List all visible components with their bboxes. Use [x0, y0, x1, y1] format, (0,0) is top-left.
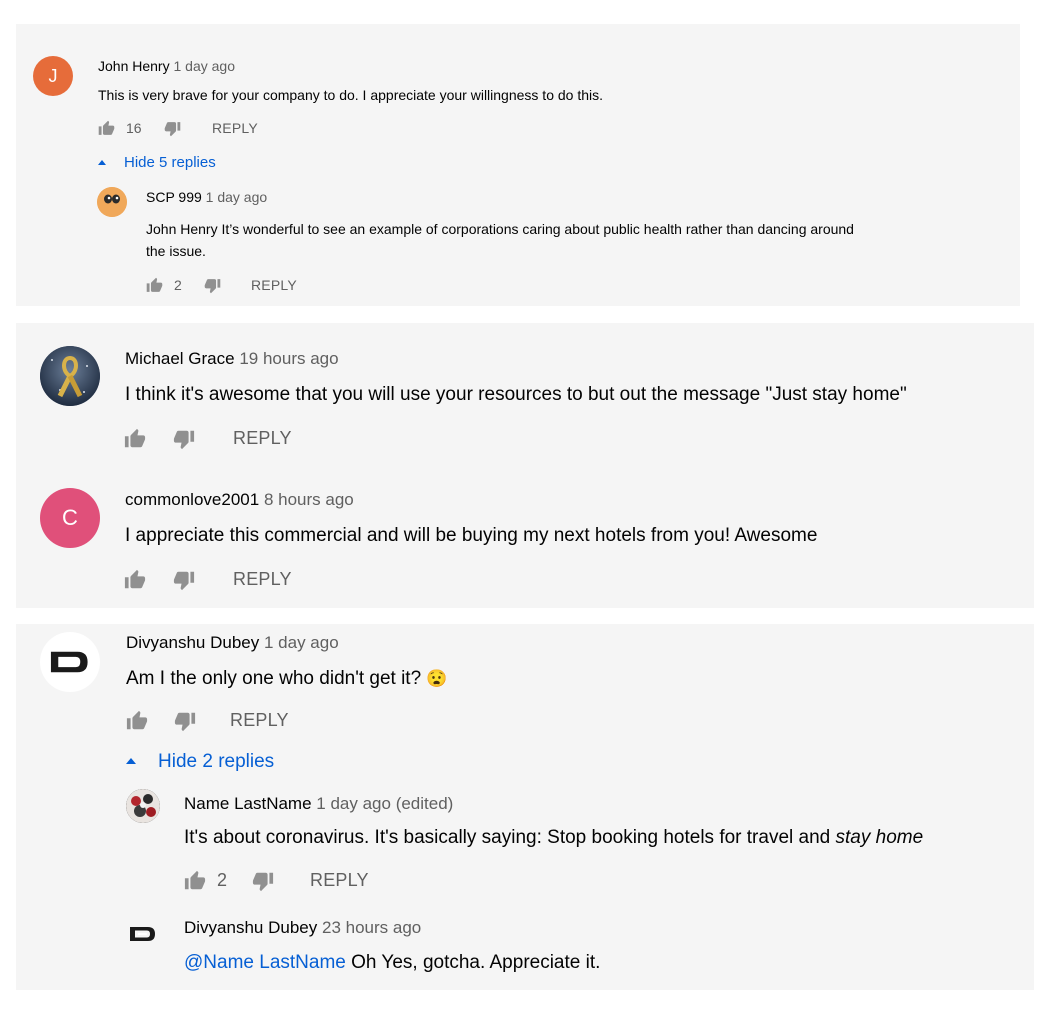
author-name[interactable]: commonlove2001	[125, 490, 259, 509]
reply-text-line: John Henry It’s wonderful to see an exam…	[146, 221, 854, 237]
avatar[interactable]: C	[40, 488, 100, 548]
reply-text: @Name LastName Oh Yes, gotcha. Appreciat…	[184, 952, 600, 974]
dd-logo-icon	[48, 647, 92, 677]
timestamp[interactable]: 1 day ago	[173, 58, 235, 74]
dislike-icon[interactable]	[174, 710, 196, 732]
worried-face-emoji: 😧	[426, 669, 448, 688]
like-count: 16	[126, 120, 142, 136]
avatar-letter: J	[48, 65, 58, 86]
like-count: 2	[217, 870, 228, 890]
avatar[interactable]	[40, 346, 100, 406]
author-name[interactable]: John Henry	[98, 58, 170, 74]
comment-text: Am I the only one who didn't get it? 😧	[126, 668, 448, 690]
timestamp[interactable]: 23 hours ago	[322, 918, 421, 937]
hide-replies-label[interactable]: Hide 2 replies	[158, 751, 274, 773]
like-count: 2	[174, 277, 182, 293]
like-icon[interactable]	[124, 428, 146, 450]
reply-button[interactable]: REPLY	[251, 277, 297, 293]
author-name[interactable]: Michael Grace	[125, 349, 235, 368]
reply-text-body: Oh Yes, gotcha. Appreciate it.	[345, 952, 601, 973]
like-icon[interactable]	[126, 710, 148, 732]
author-name[interactable]: Divyanshu Dubey	[126, 633, 259, 652]
comment-text: I appreciate this commercial and will be…	[125, 525, 818, 546]
comment-header: Divyanshu Dubey 1 day ago	[126, 633, 339, 653]
timestamp[interactable]: 1 day ago	[206, 189, 268, 205]
author-name[interactable]: Name LastName	[184, 794, 312, 813]
reply-button[interactable]: REPLY	[233, 569, 292, 590]
reply-text-italic: stay home	[835, 827, 924, 848]
reply-button[interactable]: REPLY	[310, 870, 369, 891]
avatar[interactable]	[126, 789, 160, 823]
comment-header: commonlove2001 8 hours ago	[125, 490, 354, 510]
like-icon[interactable]	[98, 120, 115, 137]
mention-link[interactable]: @Name LastName	[184, 952, 346, 973]
hide-replies-label[interactable]: Hide 5 replies	[124, 154, 216, 171]
timestamp[interactable]: 1 day ago	[264, 633, 339, 652]
avatar[interactable]: J	[33, 56, 73, 96]
reply-button[interactable]: REPLY	[212, 120, 258, 136]
dislike-icon[interactable]	[252, 870, 274, 892]
timestamp[interactable]: 8 hours ago	[264, 490, 354, 509]
group-photo-avatar-icon	[126, 789, 160, 823]
like-icon[interactable]	[124, 569, 146, 591]
avatar[interactable]	[126, 917, 160, 951]
reply-button[interactable]: REPLY	[233, 428, 292, 449]
reply-header: Name LastName 1 day ago (edited)	[184, 794, 453, 814]
author-name[interactable]: Divyanshu Dubey	[184, 918, 317, 937]
avatar[interactable]	[40, 632, 100, 692]
chevron-up-icon	[98, 160, 106, 165]
reply-header: SCP 999 1 day ago	[146, 189, 267, 205]
dislike-icon[interactable]	[164, 120, 181, 137]
comment-text-body: Am I the only one who didn't get it?	[126, 668, 422, 689]
dislike-icon[interactable]	[204, 277, 221, 294]
dd-logo-icon	[128, 924, 158, 944]
ribbon-avatar-icon	[40, 346, 100, 406]
timestamp[interactable]: 1 day ago (edited)	[316, 794, 453, 813]
like-icon[interactable]	[146, 277, 163, 294]
comment-header: John Henry 1 day ago	[98, 58, 235, 74]
author-name[interactable]: SCP 999	[146, 189, 202, 205]
reply-text-line: the issue.	[146, 243, 206, 259]
avatar[interactable]	[97, 187, 127, 217]
reply-header: Divyanshu Dubey 23 hours ago	[184, 918, 421, 938]
reply-text: It's about coronavirus. It's basically s…	[184, 827, 923, 849]
chevron-up-icon	[126, 758, 136, 764]
dislike-icon[interactable]	[173, 569, 195, 591]
dislike-icon[interactable]	[173, 428, 195, 450]
avatar-letter: C	[62, 505, 78, 530]
like-icon[interactable]	[184, 870, 206, 892]
reply-button[interactable]: REPLY	[230, 710, 289, 731]
reply-text: John Henry It’s wonderful to see an exam…	[146, 218, 854, 262]
comment-text: This is very brave for your company to d…	[98, 87, 604, 103]
reply-text-plain: It's about coronavirus. It's basically s…	[184, 827, 836, 848]
timestamp[interactable]: 19 hours ago	[239, 349, 338, 368]
scp999-face-icon	[97, 187, 127, 217]
comment-text: I think it's awesome that you will use y…	[125, 384, 907, 405]
comment-header: Michael Grace 19 hours ago	[125, 349, 339, 369]
